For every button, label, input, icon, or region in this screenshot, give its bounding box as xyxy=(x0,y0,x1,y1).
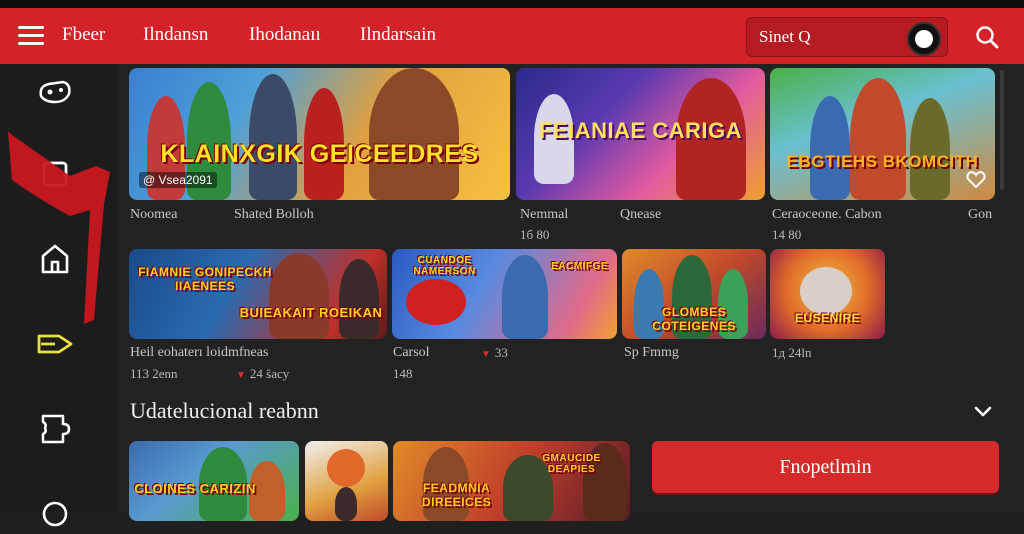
card-title: FEADMNIA DIREEICES xyxy=(421,481,492,509)
card-subtitle: EACMIFGE xyxy=(551,261,608,272)
search-icon[interactable] xyxy=(974,24,1000,50)
game-card[interactable]: FEADMNIA DIREEICES GMAUCIDE DEAPIES xyxy=(393,441,630,521)
section-title: Udatelucional reabnn xyxy=(130,398,319,423)
nav-link-4[interactable]: Ilndarsain xyxy=(360,24,436,46)
card-title: FEIANIAE CARIGA xyxy=(538,118,743,143)
card-title: EUSENIRE xyxy=(794,311,861,325)
cta-button[interactable]: Fnopetlmin xyxy=(652,441,999,493)
card-title: CUANDOE NAMERSON xyxy=(413,255,476,277)
card-name: Gon xyxy=(968,207,993,222)
gamepad-icon[interactable] xyxy=(35,72,75,112)
card-name: Ceraoceone. Cabon xyxy=(772,207,882,222)
game-card[interactable]: CUANDOE NAMERSON EACMIFGE xyxy=(392,249,617,339)
tag-icon[interactable] xyxy=(35,322,75,362)
card-name: Shated Bolloh xyxy=(234,207,314,222)
card-name: Sp Fmmg xyxy=(624,345,679,360)
nav-link-3[interactable]: Ihodanaıı xyxy=(249,24,321,46)
card-title: KLAINXGIK GEICEEDRES xyxy=(160,140,479,168)
card-meta: 1б 80 xyxy=(520,227,550,242)
card-meta: ▼ 33 xyxy=(481,345,508,361)
game-card[interactable]: EUSENIRE xyxy=(770,249,885,339)
card-meta: 14 80 xyxy=(772,227,802,242)
scrollbar[interactable] xyxy=(1000,70,1004,190)
card-name: Noomea xyxy=(130,207,178,222)
card-name: Nemmal xyxy=(520,207,569,222)
search-input-text: Sinet Q xyxy=(759,27,811,46)
toggle-switch[interactable] xyxy=(907,22,941,56)
card-meta: 1д 24ln xyxy=(772,345,812,360)
card-name: Carsol xyxy=(393,345,430,360)
card-name: Qnease xyxy=(620,207,662,222)
game-card[interactable] xyxy=(305,441,388,521)
chevron-down-icon[interactable] xyxy=(972,400,994,422)
card-title: EBGTIEHS BKOMCITH xyxy=(786,152,979,171)
sidebar xyxy=(0,64,118,527)
card-subtitle: GMAUCIDE DEAPIES xyxy=(542,453,601,475)
down-arrow-icon: ▼ xyxy=(481,349,491,360)
square-icon[interactable] xyxy=(35,154,75,194)
heart-icon[interactable] xyxy=(965,168,987,190)
puzzle-icon[interactable] xyxy=(35,408,75,448)
card-name: Heil eohaterı loidmfneas xyxy=(130,345,269,360)
nav-link-1[interactable]: Fbeer xyxy=(62,24,105,46)
card-meta: ▼ 24 ŝacy xyxy=(236,366,289,382)
game-card[interactable]: FEIANIAE CARIGA xyxy=(516,68,765,200)
card-meta: 148 xyxy=(393,366,413,381)
home-icon[interactable] xyxy=(35,238,75,278)
game-card[interactable]: CLOINES CARIZIN xyxy=(129,441,299,521)
card-meta: 113 2enn xyxy=(130,366,178,381)
top-bar: Fbeer Ilndansn Ihodanaıı Ilndarsain Sine… xyxy=(0,8,1024,64)
card-badge: @ Vsea2091 xyxy=(139,172,217,188)
card-subtitle: BUIEAKAIT ROEIKAN xyxy=(239,305,383,320)
hamburger-menu-icon[interactable] xyxy=(18,26,44,46)
search-input[interactable]: Sinet Q xyxy=(746,17,948,57)
profile-icon[interactable] xyxy=(35,494,75,534)
game-card[interactable]: GLOMBES COTEIGENES xyxy=(622,249,766,339)
game-card[interactable]: KLAINXGIK GEICEEDRES @ Vsea2091 xyxy=(129,68,510,200)
card-title: FIAMNIE GONIPECKH IIAENEES xyxy=(138,265,272,293)
card-meta-value: 33 xyxy=(494,345,508,360)
game-card[interactable]: FIAMNIE GONIPECKH IIAENEES BUIEAKAIT ROE… xyxy=(129,249,387,339)
game-card[interactable]: EBGTIEHS BKOMCITH xyxy=(770,68,995,200)
nav-link-2[interactable]: Ilndansn xyxy=(143,24,208,46)
card-meta-value: 24 ŝacy xyxy=(249,366,290,381)
status-strip xyxy=(0,0,1024,8)
down-arrow-icon: ▼ xyxy=(236,370,246,381)
card-title: GLOMBES COTEIGENES xyxy=(652,305,736,333)
card-title: CLOINES CARIZIN xyxy=(134,481,256,496)
